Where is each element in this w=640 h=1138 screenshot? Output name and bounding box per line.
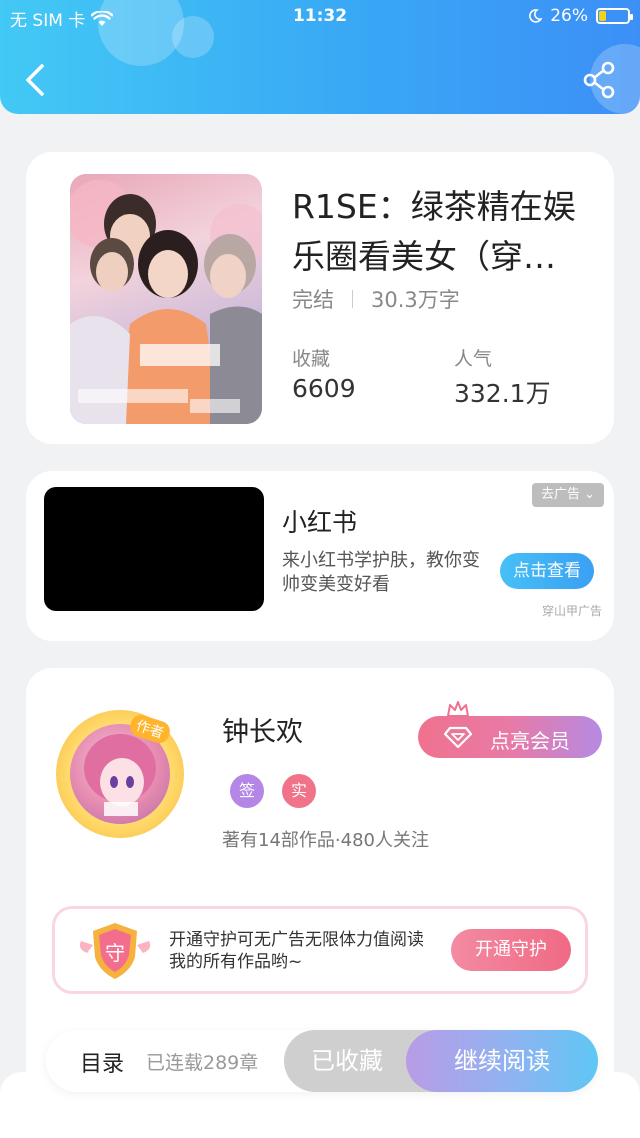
ad-source: 穿山甲广告 [541, 604, 602, 618]
diamond-icon [444, 726, 472, 748]
favorited-label: 已收藏 [311, 1047, 383, 1075]
ad-view-button[interactable]: 点击查看 [500, 553, 594, 589]
remove-ad-label: 去广告 [540, 487, 580, 502]
author-stats: 著有14部作品·480人关注 [222, 830, 429, 851]
chapter-count: 已连载289章 [146, 1052, 259, 1074]
popularity-count: 332.1万 [454, 379, 551, 408]
word-count: 30.3万字 [371, 288, 460, 312]
header-bar: 无 SIM 卡 11:32 26% [0, 0, 640, 114]
author-avatar[interactable]: 作者 [56, 710, 184, 838]
status-bar: 无 SIM 卡 11:32 26% [0, 0, 640, 34]
battery-level [599, 11, 607, 21]
battery-percent: 26% [550, 6, 588, 26]
share-icon[interactable] [580, 60, 620, 100]
activate-vip-button[interactable]: 点亮会员 [418, 701, 602, 758]
book-title: R1SE：绿茶精在娱乐圈看美女（穿… [292, 187, 576, 276]
verified-badge: 实 [282, 774, 316, 808]
continue-reading-button[interactable]: 继续阅读 [406, 1030, 598, 1092]
book-meta: 完结 30.3万字 [292, 284, 460, 314]
toc-button[interactable]: 目录 [80, 1046, 124, 1078]
ad-card[interactable]: 小红书 来小红书学护肤，教你变帅变美变好看 点击查看 去广告 ⌄ 穿山甲广告 [26, 471, 614, 641]
book-status: 完结 [292, 288, 334, 312]
crown-icon [447, 701, 469, 717]
ad-image[interactable] [44, 487, 264, 611]
moon-icon [529, 9, 543, 23]
guard-description: 开通守护可无广告无限体力值阅读我的所有作品哟~ [169, 930, 424, 972]
guard-promo: 守 开通守护可无广告无限体力值阅读我的所有作品哟~ 开通守护 [52, 906, 588, 994]
chevron-down-icon: ⌄ [584, 487, 596, 502]
favorites-count: 6609 [292, 374, 356, 403]
battery-icon [596, 8, 633, 24]
divider [352, 290, 353, 308]
book-cover-image[interactable] [70, 174, 262, 424]
bottom-action-bar: 目录 已连载289章 已收藏 继续阅读 [46, 1030, 598, 1092]
book-info-card: R1SE：绿茶精在娱乐圈看美女（穿… 完结 30.3万字 收藏 6609 人气 … [26, 152, 614, 444]
vip-button-label: 点亮会员 [490, 729, 570, 753]
signed-badge: 签 [230, 774, 264, 808]
guard-shield-icon: 守 [79, 923, 151, 979]
popularity-label: 人气 [454, 348, 493, 370]
ad-title: 小红书 [282, 508, 358, 537]
guard-icon-text: 守 [105, 941, 125, 965]
author-name: 钟长欢 [222, 717, 303, 748]
ad-description: 来小红书学护肤，教你变帅变美变好看 [282, 550, 480, 595]
open-guard-button[interactable]: 开通守护 [451, 929, 571, 971]
back-icon[interactable] [18, 60, 54, 100]
favorites-label: 收藏 [292, 348, 331, 370]
cover-illustration [70, 180, 262, 424]
remove-ad-button[interactable]: 去广告 ⌄ [532, 483, 604, 507]
